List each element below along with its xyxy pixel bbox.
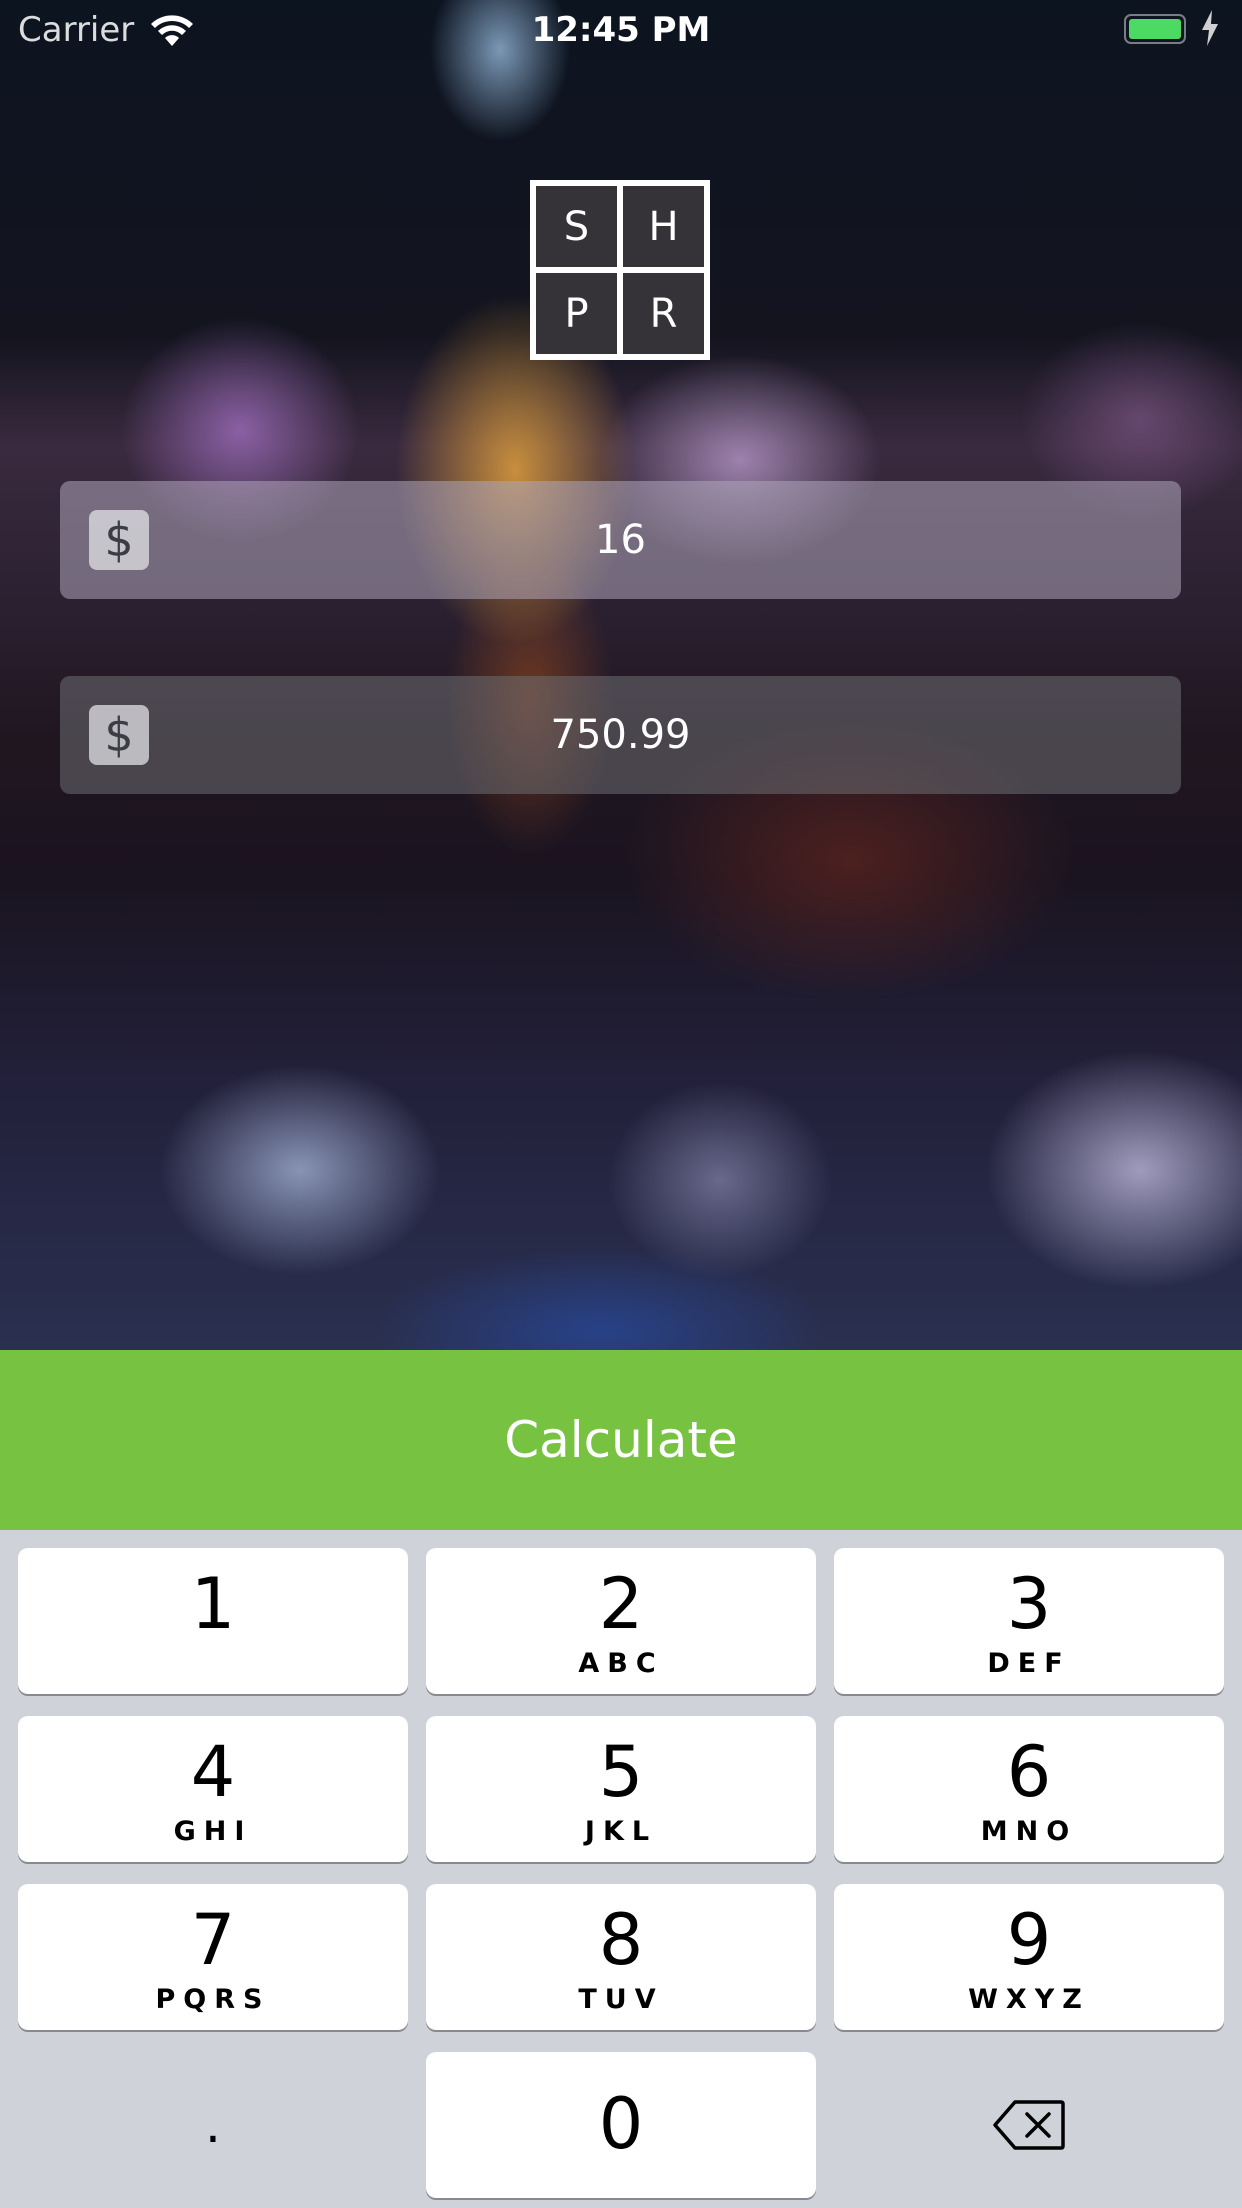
key-digit: 9 <box>1006 1899 1052 1981</box>
key-8[interactable]: 8 TUV <box>426 1884 816 2030</box>
key-letters: MNO <box>980 1816 1078 1847</box>
key-9[interactable]: 9 WXYZ <box>834 1884 1224 2030</box>
key-decimal[interactable]: . <box>18 2052 408 2198</box>
key-1[interactable]: 1 <box>18 1548 408 1694</box>
key-letters: JKL <box>584 1816 658 1847</box>
key-2[interactable]: 2 ABC <box>426 1548 816 1694</box>
key-digit: 2 <box>598 1563 644 1645</box>
key-digit: 6 <box>1006 1731 1052 1813</box>
key-3[interactable]: 3 DEF <box>834 1548 1224 1694</box>
price-field[interactable]: $ 750.99 <box>60 676 1181 794</box>
amount-value[interactable]: 16 <box>60 481 1181 599</box>
logo-letter: S <box>536 186 617 267</box>
decimal-label: . <box>205 2096 221 2154</box>
key-digit: 5 <box>598 1731 644 1813</box>
charging-bolt-icon <box>1202 10 1218 46</box>
key-letters: PQRS <box>155 1984 271 2015</box>
key-delete[interactable] <box>834 2052 1224 2198</box>
key-letters: WXYZ <box>968 1984 1090 2015</box>
logo-letter: R <box>623 273 704 354</box>
price-value[interactable]: 750.99 <box>60 676 1181 794</box>
key-digit: 4 <box>190 1731 236 1813</box>
amount-field[interactable]: $ 16 <box>60 481 1181 599</box>
logo-letter: H <box>623 186 704 267</box>
key-0[interactable]: 0 <box>426 2052 816 2198</box>
backspace-icon <box>993 2100 1065 2150</box>
key-letters: DEF <box>987 1648 1071 1679</box>
key-7[interactable]: 7 PQRS <box>18 1884 408 2030</box>
key-digit: 0 <box>598 2083 644 2165</box>
key-6[interactable]: 6 MNO <box>834 1716 1224 1862</box>
app-logo: S H P R <box>530 180 710 360</box>
battery-icon <box>1124 14 1186 44</box>
key-digit: 3 <box>1006 1563 1052 1645</box>
key-digit: 1 <box>190 1563 236 1645</box>
status-bar: Carrier 12:45 PM <box>0 0 1242 60</box>
key-letters: GHI <box>173 1816 253 1847</box>
key-5[interactable]: 5 JKL <box>426 1716 816 1862</box>
key-4[interactable]: 4 GHI <box>18 1716 408 1862</box>
numeric-keypad: 1 2 ABC 3 DEF 4 GHI 5 JKL 6 MNO 7 PQRS 8… <box>0 1530 1242 2208</box>
key-digit: 8 <box>598 1899 644 1981</box>
key-letters: ABC <box>578 1648 664 1679</box>
key-digit: 7 <box>190 1899 236 1981</box>
clock: 12:45 PM <box>531 10 711 50</box>
calculate-button[interactable]: Calculate <box>0 1350 1242 1530</box>
key-letters: TUV <box>578 1984 664 2015</box>
logo-letter: P <box>536 273 617 354</box>
